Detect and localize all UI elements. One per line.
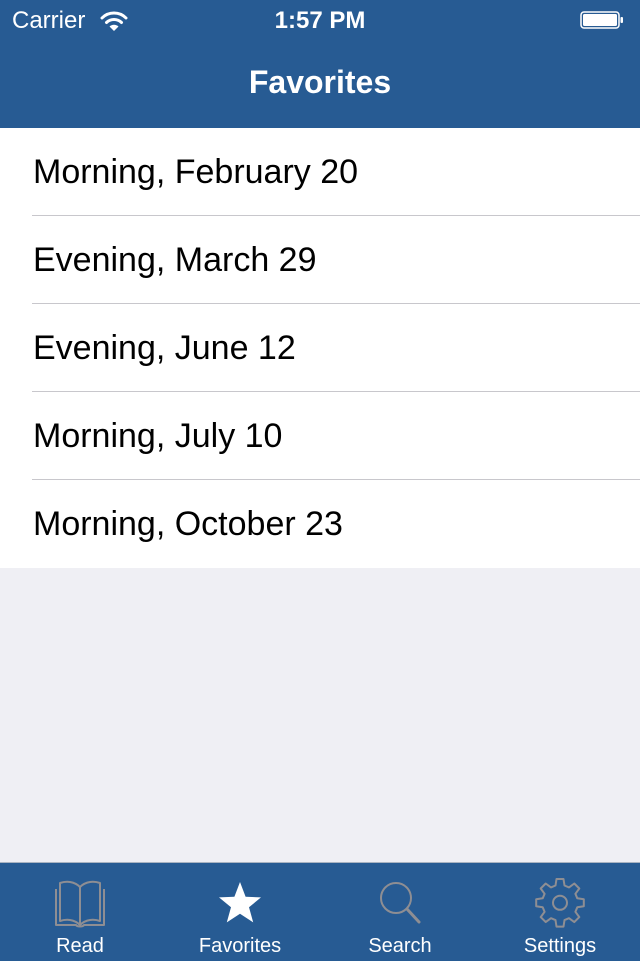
list-item-label: Morning, February 20 (33, 153, 359, 191)
gear-icon (535, 878, 585, 928)
favorites-list: Morning, February 20 Evening, March 29 E… (0, 128, 640, 568)
status-time: 1:57 PM (274, 7, 366, 34)
list-item-label: Evening, March 29 (33, 241, 317, 279)
tab-label: Read (56, 935, 104, 957)
list-item[interactable]: Evening, June 12 (0, 304, 640, 392)
tab-search[interactable]: Search (320, 863, 480, 961)
navigation-header: Carrier 1:57 PM Favorites (0, 0, 640, 128)
list-item[interactable]: Evening, March 29 (0, 216, 640, 304)
tab-settings[interactable]: Settings (480, 863, 640, 961)
book-icon (55, 880, 105, 928)
tab-label: Settings (523, 935, 597, 957)
tab-label: Favorites (198, 935, 282, 957)
page-title: Favorites (248, 64, 392, 100)
list-item[interactable]: Morning, February 20 (0, 128, 640, 216)
list-item-label: Morning, October 23 (33, 505, 343, 543)
tab-label: Search (368, 935, 432, 957)
list-item[interactable]: Morning, October 23 (0, 480, 640, 568)
star-icon (219, 882, 261, 923)
list-item-label: Evening, June 12 (33, 329, 296, 367)
search-icon (380, 882, 421, 924)
tab-bar: Read Favorites Search Settings (0, 862, 640, 961)
list-item-label: Morning, July 10 (33, 417, 283, 455)
tab-read[interactable]: Read (0, 863, 160, 961)
tab-favorites[interactable]: Favorites (160, 863, 320, 961)
list-item[interactable]: Morning, July 10 (0, 392, 640, 480)
battery-full-icon (580, 11, 623, 29)
status-bar: Carrier 1:57 PM (0, 0, 640, 40)
